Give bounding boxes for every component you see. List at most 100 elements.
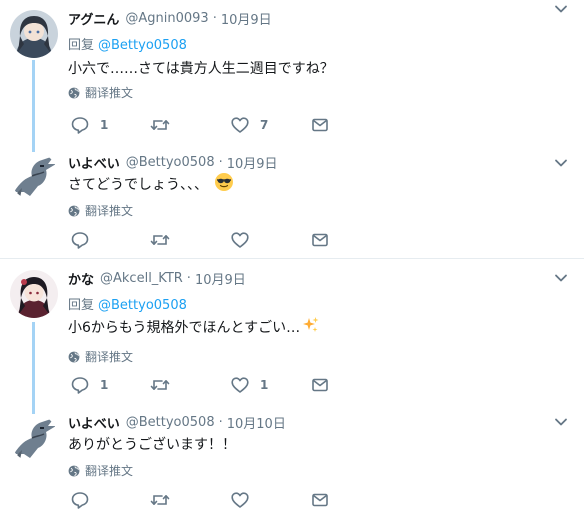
avatar[interactable] <box>10 270 58 318</box>
tweet[interactable]: かな @Akcell_KTR · 10月9日 回复 @Bettyo0508 小6か… <box>0 262 584 402</box>
direct-message-button[interactable] <box>310 490 330 510</box>
tweet[interactable]: いよべい @Bettyo0508 · 10月10日 ありがとうございます！！ 翻… <box>0 406 584 516</box>
tweet-text-content: 小6からもう規格外でほんとすごい… <box>68 320 301 336</box>
reply-count: 1 <box>100 378 109 392</box>
reply-mention-link[interactable]: @Bettyo0508 <box>98 38 187 53</box>
reply-button[interactable]: 1 <box>70 115 108 135</box>
like-button[interactable]: 1 <box>230 375 268 395</box>
reply-icon <box>70 490 90 510</box>
sunglasses-face-icon <box>214 172 234 196</box>
retweet-icon <box>150 115 170 135</box>
tweet[interactable]: アグニん @Agnin0093 · 10月9日 回复 @Bettyo0508 小六… <box>0 0 584 140</box>
like-icon <box>230 375 250 395</box>
author-handle[interactable]: @Agnin0093 <box>125 11 208 26</box>
tweet-header: かな @Akcell_KTR · 10月9日 <box>68 268 246 288</box>
message-icon <box>310 230 330 250</box>
message-icon <box>310 490 330 510</box>
translate-tweet-link[interactable]: 翻译推文 <box>68 84 133 101</box>
reply-to-label: 回复 <box>68 38 95 53</box>
author-handle[interactable]: @Bettyo0508 <box>126 155 215 170</box>
reply-count: 1 <box>100 118 109 132</box>
translate-tweet-link[interactable]: 翻译推文 <box>68 462 133 479</box>
retweet-icon <box>150 490 170 510</box>
reply-icon <box>70 230 90 250</box>
tweet-text: さてどうでしょう、、、 <box>68 172 234 196</box>
tweet-header: いよべい @Bettyo0508 · 10月9日 <box>68 152 278 172</box>
like-count: 1 <box>260 378 269 392</box>
author-handle[interactable]: @Bettyo0508 <box>126 415 215 430</box>
retweet-icon <box>150 375 170 395</box>
tweet-date[interactable]: 10月9日 <box>227 153 278 172</box>
tweet-text: 小六で……さては貴方人生二週目ですね？ <box>68 58 334 78</box>
reply-icon <box>70 115 90 135</box>
avatar[interactable] <box>10 414 58 462</box>
message-icon <box>310 375 330 395</box>
translate-label: 翻译推文 <box>85 86 134 100</box>
author-name[interactable]: いよべい <box>68 413 120 432</box>
author-name[interactable]: いよべい <box>68 153 120 172</box>
tweet-date[interactable]: 10月10日 <box>227 413 286 432</box>
like-button[interactable]: 7 <box>230 115 268 135</box>
reply-to-line: 回复 @Bettyo0508 <box>68 34 187 53</box>
sparkles-icon <box>302 316 320 338</box>
translate-label: 翻译推文 <box>85 464 134 478</box>
globe-icon <box>68 205 80 217</box>
author-handle[interactable]: @Akcell_KTR <box>100 271 183 286</box>
reply-button[interactable] <box>70 490 100 510</box>
tweet-header: いよべい @Bettyo0508 · 10月10日 <box>68 412 286 432</box>
retweet-icon <box>150 230 170 250</box>
separator-dot: · <box>218 414 223 430</box>
tweet-date[interactable]: 10月9日 <box>221 9 272 28</box>
like-icon <box>230 230 250 250</box>
avatar[interactable] <box>10 152 58 200</box>
tweet-date[interactable]: 10月9日 <box>195 269 246 288</box>
tweet-text-content: ありがとうございます！！ <box>68 437 236 453</box>
message-icon <box>310 115 330 135</box>
chevron-down-icon[interactable] <box>554 4 568 14</box>
globe-icon <box>68 87 80 99</box>
separator-dot: · <box>186 270 191 286</box>
like-count: 7 <box>260 118 269 132</box>
chevron-down-icon[interactable] <box>554 158 568 168</box>
tweet-text: 小6からもう規格外でほんとすごい… <box>68 316 320 338</box>
tweet-text-content: さてどうでしょう、、、 <box>68 177 208 193</box>
direct-message-button[interactable] <box>310 115 330 135</box>
like-button[interactable] <box>230 490 260 510</box>
reply-icon <box>70 375 90 395</box>
translate-label: 翻译推文 <box>85 350 134 364</box>
retweet-button[interactable] <box>150 230 170 250</box>
author-name[interactable]: かな <box>68 269 94 288</box>
retweet-button[interactable] <box>150 375 170 395</box>
reply-button[interactable] <box>70 230 100 250</box>
tweet[interactable]: いよべい @Bettyo0508 · 10月9日 さてどうでしょう、、、 翻译推… <box>0 144 584 256</box>
retweet-button[interactable] <box>150 490 170 510</box>
direct-message-button[interactable] <box>310 230 330 250</box>
separator-dot: · <box>218 154 223 170</box>
globe-icon <box>68 351 80 363</box>
separator-dot: · <box>212 10 217 26</box>
tweet-actions: 1 1 <box>70 375 340 395</box>
tweet-text-content: 小六で……さては貴方人生二週目ですね？ <box>68 61 334 77</box>
retweet-button[interactable] <box>150 115 170 135</box>
tweet-text: ありがとうございます！！ <box>68 434 236 454</box>
reply-mention-link[interactable]: @Bettyo0508 <box>98 298 187 313</box>
reply-to-line: 回复 @Bettyo0508 <box>68 294 187 313</box>
direct-message-button[interactable] <box>310 375 330 395</box>
tweet-actions <box>70 490 340 510</box>
conversation-divider <box>0 258 584 259</box>
like-button[interactable] <box>230 230 260 250</box>
tweet-actions: 1 7 <box>70 115 340 135</box>
chevron-down-icon[interactable] <box>554 417 568 427</box>
avatar[interactable] <box>10 10 58 58</box>
translate-label: 翻译推文 <box>85 204 134 218</box>
like-icon <box>230 490 250 510</box>
translate-tweet-link[interactable]: 翻译推文 <box>68 348 133 365</box>
author-name[interactable]: アグニん <box>68 9 119 28</box>
tweet-actions <box>70 230 340 250</box>
like-icon <box>230 115 250 135</box>
chevron-down-icon[interactable] <box>554 273 568 283</box>
reply-to-label: 回复 <box>68 298 95 313</box>
reply-button[interactable]: 1 <box>70 375 108 395</box>
tweet-header: アグニん @Agnin0093 · 10月9日 <box>68 8 272 28</box>
translate-tweet-link[interactable]: 翻译推文 <box>68 202 133 219</box>
